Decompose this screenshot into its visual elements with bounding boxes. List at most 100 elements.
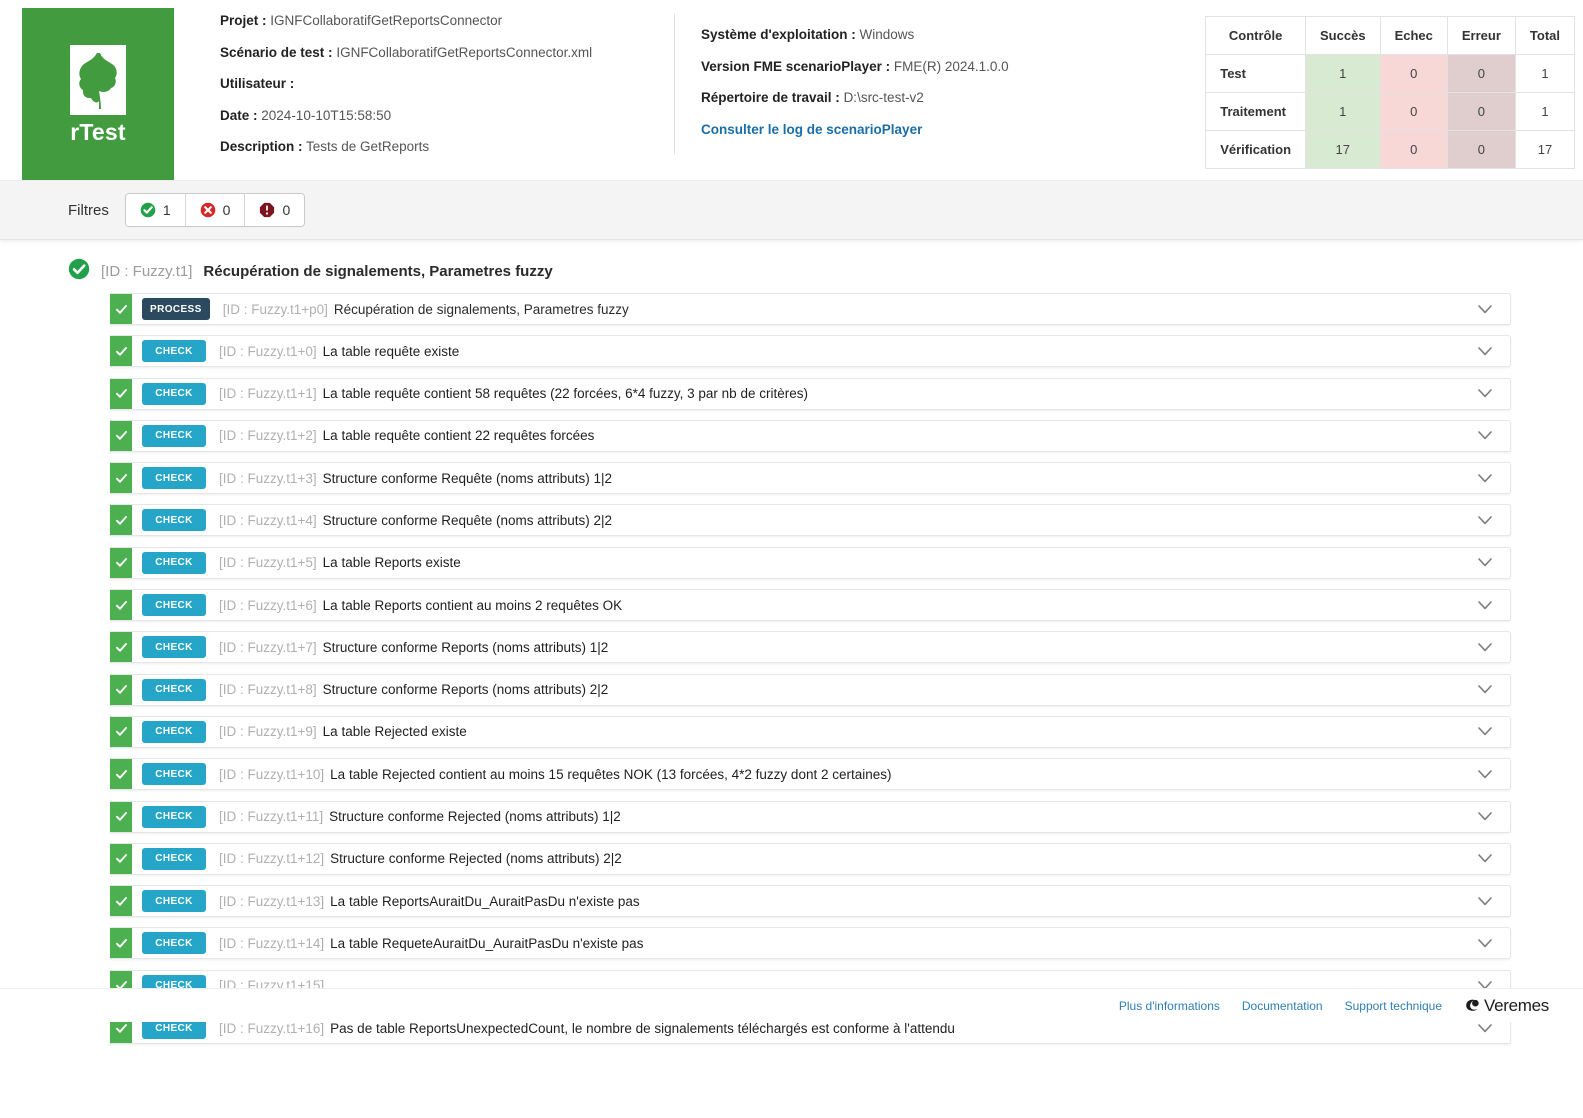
table-row[interactable]: CHECK [ID : Fuzzy.t1+6] La table Reports…	[110, 589, 1511, 622]
meta-date: Date : 2024-10-10T15:58:50	[220, 108, 674, 123]
table-row[interactable]: CHECK [ID : Fuzzy.t1+7] Structure confor…	[110, 631, 1511, 664]
meta-projet: Projet : IGNFCollaboratifGetReportsConne…	[220, 14, 674, 28]
chevron-down-icon[interactable]	[1476, 554, 1494, 572]
filter-success-button[interactable]: 1	[125, 194, 186, 226]
row-id: [ID : Fuzzy.t1+10]	[219, 766, 325, 782]
grape-leaf-icon	[70, 44, 126, 115]
filter-failure-button[interactable]: 0	[185, 194, 246, 226]
row-status-check-icon	[110, 463, 132, 494]
table-row[interactable]: PROCESS [ID : Fuzzy.t1+p0] Récupération …	[110, 293, 1511, 325]
row-id: [ID : Fuzzy.t1+p0]	[222, 301, 328, 317]
table-row[interactable]: CHECK [ID : Fuzzy.t1+3] Structure confor…	[110, 462, 1511, 495]
veremes-brand: Veremes	[1464, 996, 1549, 1016]
row-badge: CHECK	[142, 932, 206, 955]
chevron-down-icon[interactable]	[1476, 934, 1494, 952]
row-badge: CHECK	[142, 594, 206, 617]
row-text: Structure conforme Reports (noms attribu…	[322, 639, 609, 655]
result-row-list: PROCESS [ID : Fuzzy.t1+p0] Récupération …	[0, 293, 1583, 1045]
scenarioplayer-log-link[interactable]: Consulter le log de scenarioPlayer	[701, 122, 922, 137]
meta-description-label: Description :	[220, 139, 303, 154]
table-row[interactable]: CHECK [ID : Fuzzy.t1+1] La table requête…	[110, 377, 1511, 410]
summary-row-verification-total: 17	[1514, 130, 1576, 169]
row-id: [ID : Fuzzy.t1+8]	[219, 682, 317, 698]
page-footer: Plus d'informations Documentation Suppor…	[0, 988, 1583, 1022]
chevron-down-icon[interactable]	[1476, 808, 1494, 826]
table-row[interactable]: CHECK [ID : Fuzzy.t1+12] Structure confo…	[110, 842, 1511, 875]
chevron-down-icon[interactable]	[1476, 723, 1494, 741]
chevron-down-icon[interactable]	[1476, 342, 1494, 360]
footer-link-plus-informations[interactable]: Plus d'informations	[1119, 999, 1220, 1013]
chevron-down-icon[interactable]	[1476, 596, 1494, 614]
summary-row-traitement: Traitement 1 0 0 1	[1205, 92, 1576, 131]
meta-description-value: Tests de GetReports	[306, 139, 430, 154]
row-status-check-icon	[110, 674, 132, 705]
chevron-down-icon[interactable]	[1476, 765, 1494, 783]
summary-row-traitement-echec: 0	[1379, 92, 1448, 131]
chevron-down-icon[interactable]	[1476, 681, 1494, 699]
row-id: [ID : Fuzzy.t1+11]	[219, 809, 324, 825]
test-group-id: [ID : Fuzzy.t1]	[101, 263, 193, 280]
row-id: [ID : Fuzzy.t1+7]	[219, 639, 317, 655]
meta-workdir-value: D:\src-test-v2	[843, 90, 924, 105]
chevron-down-icon[interactable]	[1476, 892, 1494, 910]
row-badge: CHECK	[142, 509, 206, 532]
row-id: [ID : Fuzzy.t1+13]	[219, 893, 325, 909]
row-id: [ID : Fuzzy.t1+5]	[219, 555, 317, 571]
summary-col-echec: Echec	[1379, 16, 1448, 55]
row-id: [ID : Fuzzy.t1+4]	[219, 512, 317, 528]
table-row[interactable]: CHECK [ID : Fuzzy.t1+8] Structure confor…	[110, 673, 1511, 706]
row-id: [ID : Fuzzy.t1+14]	[219, 935, 325, 951]
table-row[interactable]: CHECK [ID : Fuzzy.t1+0] La table requête…	[110, 335, 1511, 368]
header-meta-left: Projet : IGNFCollaboratifGetReportsConne…	[174, 0, 674, 172]
row-id: [ID : Fuzzy.t1+2]	[219, 428, 317, 444]
row-status-check-icon	[110, 843, 132, 874]
table-row[interactable]: CHECK [ID : Fuzzy.t1+5] La table Reports…	[110, 546, 1511, 579]
row-badge: CHECK	[142, 678, 206, 701]
failure-cross-icon	[200, 202, 216, 218]
summary-header-row: Contrôle Succès Echec Erreur Total	[1205, 16, 1576, 55]
row-status-check-icon	[110, 801, 132, 832]
table-row[interactable]: CHECK [ID : Fuzzy.t1+4] Structure confor…	[110, 504, 1511, 537]
summary-row-test-label: Test	[1205, 54, 1307, 93]
footer-link-documentation[interactable]: Documentation	[1242, 999, 1323, 1013]
row-text: Pas de table ReportsUnexpectedCount, le …	[330, 1020, 955, 1036]
row-status-check-icon	[110, 632, 132, 663]
summary-table: Contrôle Succès Echec Erreur Total Test …	[1205, 16, 1576, 169]
table-row[interactable]: CHECK [ID : Fuzzy.t1+10] La table Reject…	[110, 758, 1511, 791]
chevron-down-icon[interactable]	[1476, 511, 1494, 529]
filters-label: Filtres	[68, 201, 109, 219]
meta-projet-value: IGNFCollaboratifGetReportsConnector	[270, 13, 503, 28]
report-header: rTest Projet : IGNFCollaboratifGetReport…	[0, 0, 1583, 180]
table-row[interactable]: CHECK [ID : Fuzzy.t1+14] La table Requet…	[110, 927, 1511, 960]
filter-error-button[interactable]: 0	[245, 194, 305, 226]
summary-row-verification-erreur: 0	[1446, 130, 1516, 169]
summary-row-test: Test 1 0 0 1	[1205, 54, 1576, 93]
app-logo-text: rTest	[70, 118, 126, 145]
meta-projet-label: Projet :	[220, 13, 267, 28]
chevron-down-icon[interactable]	[1476, 427, 1494, 445]
row-badge: CHECK	[142, 763, 206, 786]
meta-fme-version-value: FME(R) 2024.1.0.0	[893, 58, 1009, 74]
meta-scenario-value: IGNFCollaboratifGetReportsConnector.xml	[336, 44, 593, 60]
table-row[interactable]: CHECK [ID : Fuzzy.t1+9] La table Rejecte…	[110, 715, 1511, 748]
chevron-down-icon[interactable]	[1476, 469, 1494, 487]
row-text: La table requête contient 58 requêtes (2…	[322, 386, 808, 402]
footer-link-support-technique[interactable]: Support technique	[1345, 999, 1442, 1013]
summary-row-test-erreur: 0	[1446, 54, 1516, 93]
row-text: Structure conforme Rejected (noms attrib…	[329, 809, 621, 825]
table-row[interactable]: CHECK [ID : Fuzzy.t1+11] Structure confo…	[110, 800, 1511, 833]
meta-workdir: Répertoire de travail : D:\src-test-v2	[701, 91, 1144, 105]
row-badge: CHECK	[142, 340, 206, 363]
summary-col-controle: Contrôle	[1205, 16, 1307, 55]
summary-row-verification: Vérification 17 0 0 17	[1205, 130, 1576, 169]
success-check-circle-icon	[68, 258, 90, 285]
chevron-down-icon[interactable]	[1476, 300, 1494, 318]
row-badge: CHECK	[142, 382, 206, 405]
chevron-down-icon[interactable]	[1476, 385, 1494, 403]
table-row[interactable]: CHECK [ID : Fuzzy.t1+13] La table Report…	[110, 885, 1511, 918]
summary-row-test-total: 1	[1514, 54, 1576, 93]
meta-utilisateur: Utilisateur :	[220, 77, 674, 91]
table-row[interactable]: CHECK [ID : Fuzzy.t1+2] La table requête…	[110, 419, 1511, 452]
chevron-down-icon[interactable]	[1476, 638, 1494, 656]
chevron-down-icon[interactable]	[1476, 850, 1494, 868]
